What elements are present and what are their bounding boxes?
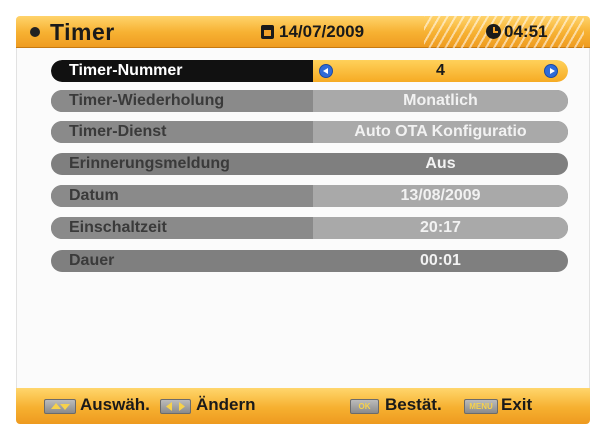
row-label: Timer-Nummer	[51, 60, 313, 82]
confirm-hint: Bestät.	[385, 395, 442, 414]
key-hint-bar: Auswäh. Ändern OK Bestät. MENU Exit	[16, 388, 590, 424]
ok-key-icon: OK	[350, 399, 379, 414]
row-value: Aus	[425, 155, 456, 172]
row-label: Timer-Dienst	[51, 121, 313, 143]
arrow-left-icon[interactable]	[319, 64, 333, 78]
calendar-icon	[261, 25, 274, 39]
menu-key-icon: MENU	[464, 399, 498, 414]
row-value: 4	[436, 62, 445, 79]
row-label: Timer-Wiederholung	[51, 90, 313, 112]
current-time: 04:51	[504, 22, 548, 41]
bullet-icon	[30, 27, 40, 37]
row-dauer[interactable]: Dauer 00:01	[51, 250, 568, 272]
row-timer-nummer[interactable]: Timer-Nummer 4	[51, 60, 568, 82]
timer-screen: Timer 14/07/2009 04:51 Timer-Nummer 4 Ti…	[0, 0, 604, 431]
row-value: 00:01	[420, 252, 461, 269]
left-right-key-icon	[160, 399, 191, 414]
select-hint: Auswäh.	[80, 395, 150, 414]
current-date: 14/07/2009	[279, 22, 365, 41]
change-hint: Ändern	[196, 395, 256, 414]
title-bar: Timer 14/07/2009 04:51	[16, 16, 590, 48]
row-value: 20:17	[313, 217, 568, 239]
page-title: Timer	[50, 19, 115, 45]
timer-number-selector[interactable]: 4	[313, 60, 568, 82]
row-timer-dienst[interactable]: Timer-Dienst Auto OTA Konfiguratio	[51, 121, 568, 143]
row-label: Dauer	[69, 252, 115, 269]
row-value: Auto OTA Konfiguratio	[313, 121, 568, 143]
row-value: Monatlich	[313, 90, 568, 112]
clock-icon	[486, 24, 501, 39]
row-erinnerungsmeldung[interactable]: Erinnerungsmeldung Aus	[51, 153, 568, 175]
exit-hint: Exit	[501, 395, 533, 414]
arrow-right-icon[interactable]	[544, 64, 558, 78]
row-timer-wiederholung[interactable]: Timer-Wiederholung Monatlich	[51, 90, 568, 112]
row-value: 13/08/2009	[313, 185, 568, 207]
row-datum[interactable]: Datum 13/08/2009	[51, 185, 568, 207]
row-label: Datum	[51, 185, 313, 207]
up-down-key-icon	[44, 399, 76, 414]
row-label: Einschaltzeit	[51, 217, 313, 239]
row-label: Erinnerungsmeldung	[69, 155, 230, 172]
row-einschaltzeit[interactable]: Einschaltzeit 20:17	[51, 217, 568, 239]
